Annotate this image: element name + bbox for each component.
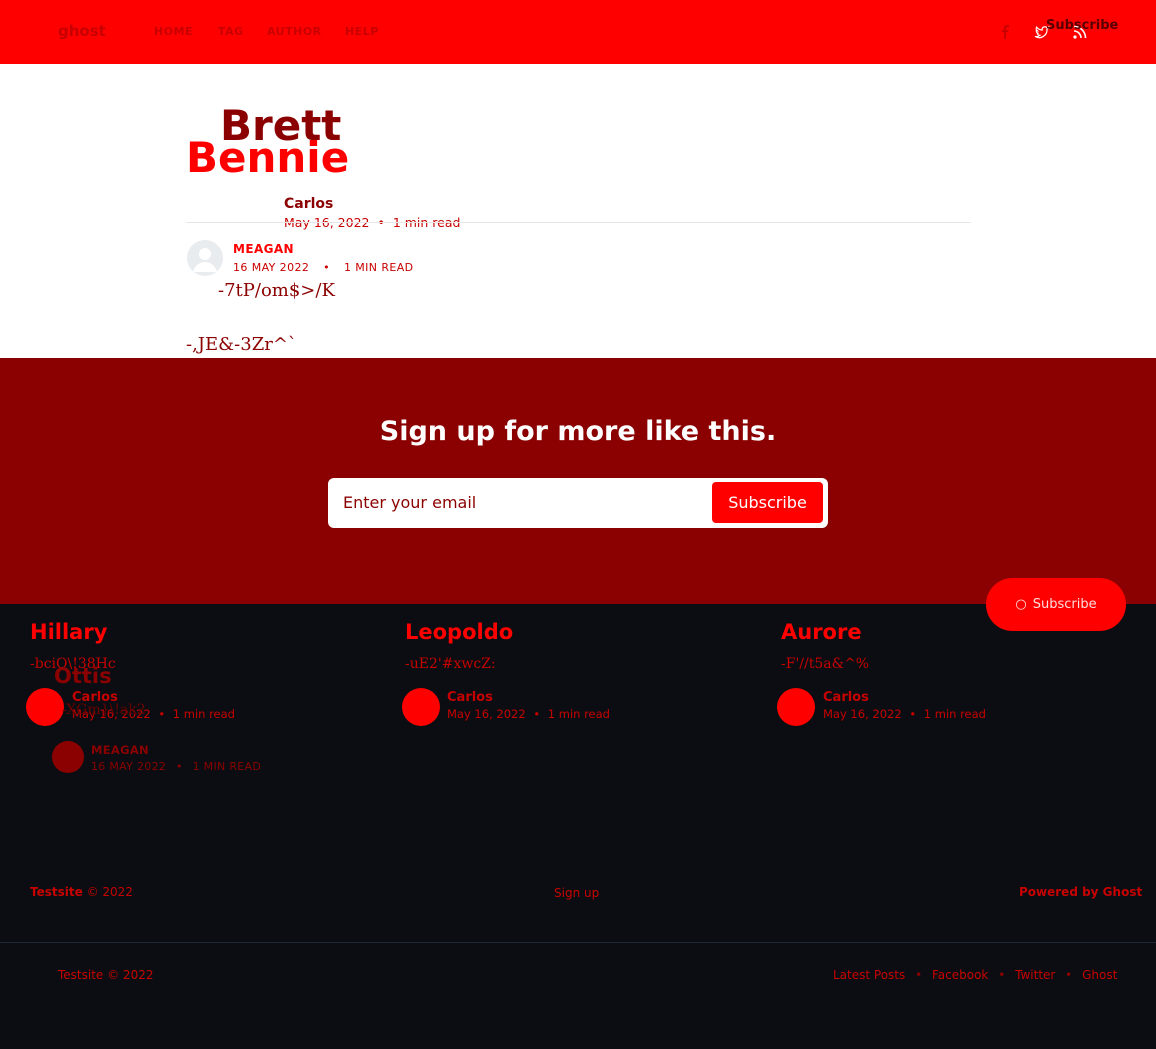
avatar[interactable] — [777, 688, 815, 726]
meta-separator: • — [158, 707, 166, 721]
divider — [186, 222, 971, 223]
related-post-read: 1 min read — [172, 707, 235, 721]
nav-author[interactable]: AUTHOR — [267, 25, 322, 38]
footer-separator: • — [915, 968, 923, 982]
article-text: -,JE&-3Zr^` — [186, 334, 297, 355]
related-post-excerpt: -uE2'#xwcZ: — [405, 656, 496, 672]
nav-home[interactable]: HOME — [154, 25, 193, 38]
author-name-secondary[interactable]: MEAGAN — [233, 242, 294, 256]
article-title-line2: Bennie — [186, 133, 350, 182]
article-read-time-secondary: 1 MIN READ — [343, 261, 414, 274]
footer-copyright: Testsite © 2022 — [30, 885, 133, 899]
footer-copyright-year: © 2022 — [86, 885, 133, 899]
bell-icon: ○ — [1015, 597, 1027, 612]
avatar[interactable] — [187, 240, 223, 276]
email-input[interactable]: Enter your email — [343, 493, 476, 512]
footer-nav: Latest Posts • Facebook • Twitter • Ghos… — [833, 968, 1117, 982]
nav-help[interactable]: HELP — [345, 25, 379, 38]
meta-separator: • — [533, 707, 541, 721]
related-post-title[interactable]: Aurore — [781, 620, 862, 644]
related-post-title[interactable]: Hillary — [30, 620, 107, 644]
related-post-author[interactable]: Carlos — [447, 690, 493, 705]
related-post-read: 1 min read — [547, 707, 610, 721]
footer-area — [0, 604, 1156, 1049]
facebook-icon[interactable] — [998, 24, 1014, 40]
footer-link-twitter[interactable]: Twitter — [1015, 968, 1055, 982]
related-post-author[interactable]: MEAGAN — [91, 743, 149, 757]
meta-separator: • — [323, 261, 331, 274]
related-post-title[interactable]: Ottis — [54, 664, 112, 688]
footer-link-facebook[interactable]: Facebook — [932, 968, 988, 982]
signup-subscribe-button[interactable]: Subscribe — [712, 482, 823, 523]
related-post-author[interactable]: Carlos — [823, 690, 869, 705]
footer-separator: • — [998, 968, 1006, 982]
footer-link-latest-posts[interactable]: Latest Posts — [833, 968, 905, 982]
meta-separator: • — [909, 707, 917, 721]
footer-signup-link[interactable]: Sign up — [554, 886, 599, 900]
related-post-read: 1 MIN READ — [192, 760, 262, 773]
avatar[interactable] — [52, 741, 84, 773]
related-post-date: 16 MAY 2022 — [91, 760, 167, 773]
related-post-excerpt: -F'//t5a&^% — [781, 656, 870, 672]
site-logo[interactable]: ghost — [58, 22, 106, 40]
article-meta-secondary: 16 MAY 2022 • 1 MIN READ — [233, 261, 414, 274]
avatar[interactable] — [402, 688, 440, 726]
bottom-copyright: Testsite © 2022 — [58, 968, 154, 982]
author-name[interactable]: Carlos — [284, 196, 333, 212]
powered-by-link[interactable]: Powered by Ghost — [1019, 885, 1142, 899]
header-subscribe-button[interactable]: Subscribe — [1046, 18, 1118, 33]
footer-link-ghost[interactable]: Ghost — [1082, 968, 1117, 982]
related-post-title[interactable]: Leopoldo — [405, 620, 513, 644]
floating-subscribe-label: Subscribe — [1032, 597, 1097, 612]
footer-divider — [0, 942, 1156, 943]
related-post-meta: 16 MAY 2022 • 1 MIN READ — [91, 760, 261, 773]
nav-tag[interactable]: TAG — [218, 25, 244, 38]
article-text: -7tP/om$>/K — [218, 280, 335, 301]
related-post-date: May 16, 2022 — [823, 707, 902, 721]
article-date-secondary: 16 MAY 2022 — [233, 261, 310, 274]
footer-site-link[interactable]: Testsite — [30, 885, 83, 899]
related-post-meta: May 16, 2022 • 1 min read — [447, 707, 610, 721]
meta-separator: • — [175, 760, 183, 773]
signup-title: Sign up for more like this. — [379, 416, 777, 447]
floating-subscribe-button[interactable]: ○ Subscribe — [986, 578, 1126, 631]
footer-separator: • — [1065, 968, 1073, 982]
avatar[interactable] — [26, 688, 64, 726]
related-post-meta: May 16, 2022 • 1 min read — [823, 707, 986, 721]
related-post-excerpt: -XGm}\!ak2 — [62, 702, 146, 718]
related-post-read: 1 min read — [923, 707, 986, 721]
related-post-date: May 16, 2022 — [447, 707, 526, 721]
